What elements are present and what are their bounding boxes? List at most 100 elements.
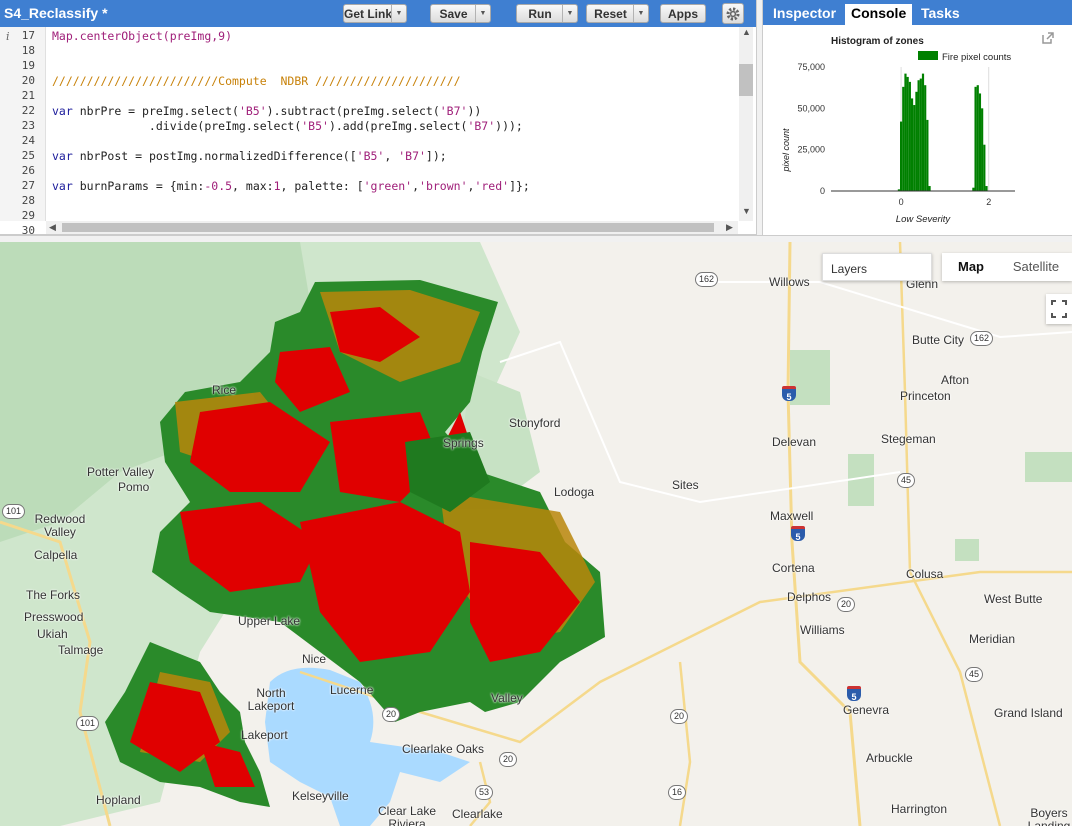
apps-label: Apps (668, 6, 698, 21)
place-label: Cortena (772, 561, 815, 575)
scroll-up-icon[interactable]: ▲ (742, 27, 751, 37)
line-number: 29 (21, 209, 35, 222)
histogram-bar[interactable] (928, 186, 931, 191)
scrollbar-thumb[interactable] (62, 223, 714, 232)
histogram-bar[interactable] (902, 86, 905, 191)
histogram-bar[interactable] (978, 93, 982, 191)
x-tick-label: 2 (986, 197, 991, 207)
histogram-bar[interactable] (921, 73, 925, 191)
place-label: Harrington (891, 802, 948, 816)
place-label: Genevra (843, 703, 890, 717)
editor-vertical-scrollbar[interactable]: ▲ ▼ (739, 27, 753, 221)
popout-icon[interactable] (1041, 31, 1055, 45)
histogram-bar[interactable] (915, 91, 918, 191)
place-label: Butte City (912, 333, 965, 347)
line-number: 23 (21, 119, 35, 132)
scroll-down-icon[interactable]: ▼ (742, 206, 751, 216)
histogram-bar[interactable] (926, 119, 929, 191)
histogram-bar[interactable] (976, 85, 979, 191)
editor-horizontal-scrollbar[interactable]: ◀ ▶ (46, 221, 738, 234)
map-resize-handle[interactable] (0, 235, 1072, 242)
histogram-bar[interactable] (904, 73, 907, 191)
map-type-map-button[interactable]: Map (942, 253, 1000, 281)
histogram-bar[interactable] (919, 78, 922, 191)
place-label: Pomo (118, 480, 150, 494)
run-label: Run (528, 6, 552, 21)
place-label: Talmage (58, 643, 104, 657)
y-tick-label: 50,000 (797, 103, 825, 113)
place-label: Calpella (34, 548, 78, 562)
legend-swatch (918, 51, 938, 60)
fullscreen-button[interactable] (1046, 294, 1072, 324)
settings-button[interactable] (722, 3, 744, 24)
place-label: Princeton (900, 389, 951, 403)
place-label: Clearlake Oaks (402, 742, 485, 756)
histogram-bar[interactable] (913, 105, 916, 191)
histogram-bar[interactable] (924, 85, 927, 191)
place-label: Sites (672, 478, 699, 492)
histogram-bar[interactable] (906, 76, 909, 191)
code-line: var nbrPre = preImg.select('B5').subtrac… (52, 104, 482, 118)
code-line: var burnParams = {min:-0.5, max:1, palet… (52, 179, 530, 193)
line-number: 18 (21, 44, 35, 57)
place-label: West Butte (984, 592, 1043, 606)
code-editor[interactable]: i 17 18 19 20 21 22 23 24 25 26 27 28 29… (0, 27, 756, 237)
histogram-bar[interactable] (981, 108, 984, 191)
panel-splitter[interactable] (756, 0, 763, 235)
scroll-left-icon[interactable]: ◀ (49, 222, 56, 233)
histogram-bar[interactable] (985, 186, 988, 191)
get-link-button[interactable]: Get Link ▼ (343, 4, 407, 23)
chevron-down-icon[interactable]: ▼ (562, 5, 577, 22)
scroll-right-icon[interactable]: ▶ (726, 222, 733, 233)
scrollbar-thumb[interactable] (739, 64, 753, 96)
map-type-satellite-button[interactable]: Satellite (1000, 253, 1072, 281)
histogram-bar[interactable] (983, 144, 986, 191)
place-label: Hopland (96, 793, 141, 807)
histogram-bar[interactable] (910, 98, 914, 191)
chevron-down-icon[interactable]: ▼ (633, 5, 648, 22)
y-axis-ticks: 0 25,000 50,000 75,000 (797, 62, 825, 196)
save-button[interactable]: Save ▼ (430, 4, 491, 23)
reset-button[interactable]: Reset ▼ (586, 4, 649, 23)
run-button[interactable]: Run ▼ (516, 4, 578, 23)
console-panel: Histogram of zones Fire pixel counts pix… (763, 25, 1072, 235)
place-label: Willows (769, 275, 810, 289)
route-shield: 101 (76, 716, 100, 731)
place-label: Williams (800, 623, 845, 637)
highway-16 (678, 661, 692, 826)
tab-console[interactable]: Console (845, 4, 913, 25)
place-label: Springs (443, 436, 484, 450)
interstate-shield: 5 (782, 386, 796, 402)
place-label: Lakeport (241, 728, 288, 742)
histogram-bar[interactable] (900, 121, 903, 191)
code-text-area[interactable]: Map.centerObject(preImg,9) /////////////… (52, 27, 737, 221)
place-label: Nice (302, 652, 327, 666)
histogram-bar[interactable] (908, 81, 911, 191)
gear-icon (726, 7, 740, 20)
histogram-bar[interactable] (974, 86, 977, 191)
y-tick-label: 0 (820, 186, 825, 196)
x-tick-label: 0 (899, 197, 904, 207)
line-number: 25 (21, 149, 35, 162)
route-shield: 45 (965, 667, 984, 682)
line-number: 21 (21, 89, 35, 102)
tab-inspector[interactable]: Inspector (767, 4, 842, 25)
chevron-down-icon[interactable]: ▼ (391, 5, 406, 22)
place-label: Arbuckle (866, 751, 913, 765)
interstate-shield: 5 (847, 686, 861, 702)
map-view[interactable]: Willows Glenn Butte City Afton Princeton… (0, 242, 1072, 826)
layers-button[interactable]: Layers (822, 253, 932, 281)
route-shield: 162 (970, 331, 994, 346)
tab-tasks[interactable]: Tasks (915, 4, 966, 25)
earth-engine-code-editor: S4_Reclassify * Get Link ▼ Save ▼ Run ▼ … (0, 0, 1072, 826)
route-shield: 162 (695, 272, 719, 287)
place-label: Colusa (906, 567, 944, 581)
apps-button[interactable]: Apps (660, 4, 706, 23)
local-road (700, 281, 1072, 339)
place-label: North Lakeport (247, 686, 295, 713)
place-label: Presswood (24, 610, 84, 624)
histogram-bar[interactable] (917, 80, 920, 191)
place-label: The Forks (26, 588, 81, 602)
chevron-down-icon[interactable]: ▼ (475, 5, 490, 22)
legend-label: Fire pixel counts (942, 52, 1011, 63)
